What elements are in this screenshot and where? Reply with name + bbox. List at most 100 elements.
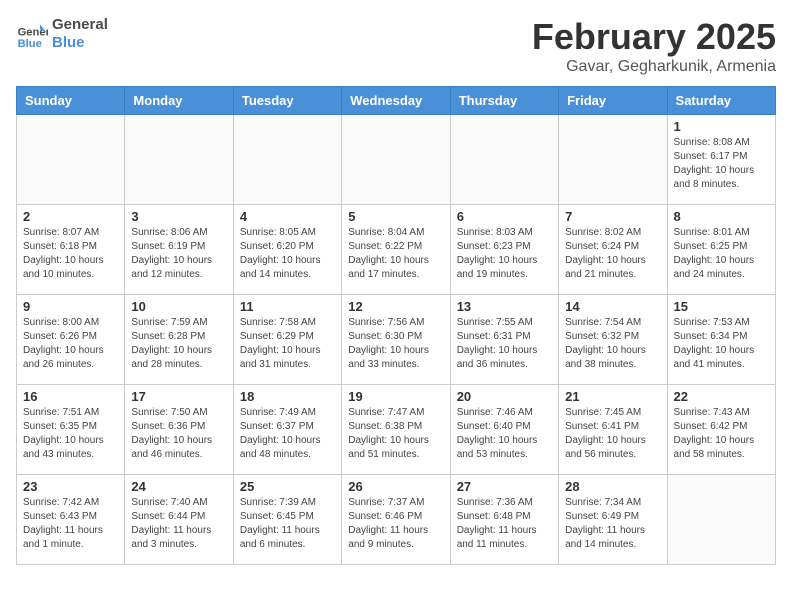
day-number: 19	[348, 389, 443, 404]
calendar-week-0: 1 Sunrise: 8:08 AM Sunset: 6:17 PM Daylig…	[17, 115, 776, 205]
day-number: 5	[348, 209, 443, 224]
calendar-cell	[233, 115, 341, 205]
calendar-cell	[450, 115, 558, 205]
calendar-week-1: 2 Sunrise: 8:07 AM Sunset: 6:18 PM Daylig…	[17, 205, 776, 295]
day-info: Sunrise: 7:36 AM Sunset: 6:48 PM Dayligh…	[457, 496, 552, 552]
day-number: 9	[23, 299, 118, 314]
day-info: Sunrise: 8:03 AM Sunset: 6:23 PM Dayligh…	[457, 226, 552, 282]
calendar-cell: 17 Sunrise: 7:50 AM Sunset: 6:36 PM Dayli…	[125, 385, 233, 475]
day-info: Sunrise: 8:08 AM Sunset: 6:17 PM Dayligh…	[674, 136, 769, 192]
day-number: 25	[240, 479, 335, 494]
day-info: Sunrise: 7:58 AM Sunset: 6:29 PM Dayligh…	[240, 316, 335, 372]
calendar-cell	[667, 475, 775, 565]
calendar-cell: 19Sunrise: 7:47 AM Sunset: 6:38 PM Dayli…	[342, 385, 450, 475]
day-number: 7	[565, 209, 660, 224]
calendar-cell	[17, 115, 125, 205]
calendar-cell: 20 Sunrise: 7:46 AM Sunset: 6:40 PM Dayli…	[450, 385, 558, 475]
calendar-cell	[559, 115, 667, 205]
header-sunday: Sunday	[17, 87, 125, 115]
day-info: Sunrise: 7:53 AM Sunset: 6:34 PM Dayligh…	[674, 316, 769, 372]
day-number: 21	[565, 389, 660, 404]
calendar-cell: 12 Sunrise: 7:56 AM Sunset: 6:30 PM Dayli…	[342, 295, 450, 385]
day-number: 2	[23, 209, 118, 224]
calendar-cell: 21 Sunrise: 7:45 AM Sunset: 6:41 PM Dayli…	[559, 385, 667, 475]
day-info: Sunrise: 7:50 AM Sunset: 6:36 PM Dayligh…	[131, 406, 226, 462]
day-info: Sunrise: 7:51 AM Sunset: 6:35 PM Dayligh…	[23, 406, 118, 462]
day-info: Sunrise: 8:06 AM Sunset: 6:19 PM Dayligh…	[131, 226, 226, 282]
logo-icon: General Blue	[16, 18, 48, 50]
day-number: 15	[674, 299, 769, 314]
calendar-cell: 4 Sunrise: 8:05 AM Sunset: 6:20 PM Daylig…	[233, 205, 341, 295]
day-info: Sunrise: 7:45 AM Sunset: 6:41 PM Dayligh…	[565, 406, 660, 462]
calendar-cell: 13Sunrise: 7:55 AM Sunset: 6:31 PM Dayli…	[450, 295, 558, 385]
day-info: Sunrise: 8:05 AM Sunset: 6:20 PM Dayligh…	[240, 226, 335, 282]
day-info: Sunrise: 8:07 AM Sunset: 6:18 PM Dayligh…	[23, 226, 118, 282]
calendar-cell: 22 Sunrise: 7:43 AM Sunset: 6:42 PM Dayli…	[667, 385, 775, 475]
calendar-cell: 8 Sunrise: 8:01 AM Sunset: 6:25 PM Daylig…	[667, 205, 775, 295]
calendar-cell: 5 Sunrise: 8:04 AM Sunset: 6:22 PM Daylig…	[342, 205, 450, 295]
day-info: Sunrise: 7:40 AM Sunset: 6:44 PM Dayligh…	[131, 496, 226, 552]
day-info: Sunrise: 7:34 AM Sunset: 6:49 PM Dayligh…	[565, 496, 660, 552]
calendar-table: Sunday Monday Tuesday Wednesday Thursday…	[16, 86, 776, 565]
day-info: Sunrise: 7:37 AM Sunset: 6:46 PM Dayligh…	[348, 496, 443, 552]
day-info: Sunrise: 7:42 AM Sunset: 6:43 PM Dayligh…	[23, 496, 118, 552]
weekday-header-row: Sunday Monday Tuesday Wednesday Thursday…	[17, 87, 776, 115]
main-container: General Blue General Blue February 2025 …	[0, 0, 792, 575]
calendar-cell: 14 Sunrise: 7:54 AM Sunset: 6:32 PM Dayli…	[559, 295, 667, 385]
calendar-week-2: 9 Sunrise: 8:00 AM Sunset: 6:26 PM Daylig…	[17, 295, 776, 385]
day-number: 3	[131, 209, 226, 224]
day-number: 28	[565, 479, 660, 494]
day-info: Sunrise: 8:01 AM Sunset: 6:25 PM Dayligh…	[674, 226, 769, 282]
calendar-cell: 2 Sunrise: 8:07 AM Sunset: 6:18 PM Daylig…	[17, 205, 125, 295]
day-number: 11	[240, 299, 335, 314]
day-info: Sunrise: 8:00 AM Sunset: 6:26 PM Dayligh…	[23, 316, 118, 372]
day-info: Sunrise: 7:55 AM Sunset: 6:31 PM Dayligh…	[457, 316, 552, 372]
calendar-week-4: 23 Sunrise: 7:42 AM Sunset: 6:43 PM Dayli…	[17, 475, 776, 565]
calendar-cell	[125, 115, 233, 205]
day-info: Sunrise: 8:02 AM Sunset: 6:24 PM Dayligh…	[565, 226, 660, 282]
day-number: 6	[457, 209, 552, 224]
month-title: February 2025	[532, 16, 776, 58]
header-wednesday: Wednesday	[342, 87, 450, 115]
calendar-cell: 28 Sunrise: 7:34 AM Sunset: 6:49 PM Dayli…	[559, 475, 667, 565]
day-number: 27	[457, 479, 552, 494]
day-number: 20	[457, 389, 552, 404]
calendar-cell: 25 Sunrise: 7:39 AM Sunset: 6:45 PM Dayli…	[233, 475, 341, 565]
calendar-cell: 18 Sunrise: 7:49 AM Sunset: 6:37 PM Dayli…	[233, 385, 341, 475]
day-info: Sunrise: 7:39 AM Sunset: 6:45 PM Dayligh…	[240, 496, 335, 552]
calendar-cell: 6 Sunrise: 8:03 AM Sunset: 6:23 PM Daylig…	[450, 205, 558, 295]
header-monday: Monday	[125, 87, 233, 115]
logo-general: General	[52, 16, 108, 34]
calendar-cell: 24Sunrise: 7:40 AM Sunset: 6:44 PM Dayli…	[125, 475, 233, 565]
day-info: Sunrise: 7:46 AM Sunset: 6:40 PM Dayligh…	[457, 406, 552, 462]
location: Gavar, Gegharkunik, Armenia	[532, 58, 776, 76]
svg-text:General: General	[18, 27, 48, 39]
day-info: Sunrise: 7:54 AM Sunset: 6:32 PM Dayligh…	[565, 316, 660, 372]
calendar-cell	[342, 115, 450, 205]
day-number: 16	[23, 389, 118, 404]
day-info: Sunrise: 7:43 AM Sunset: 6:42 PM Dayligh…	[674, 406, 769, 462]
calendar-cell: 1 Sunrise: 8:08 AM Sunset: 6:17 PM Daylig…	[667, 115, 775, 205]
title-block: February 2025 Gavar, Gegharkunik, Armeni…	[532, 16, 776, 76]
day-number: 14	[565, 299, 660, 314]
day-number: 8	[674, 209, 769, 224]
logo: General Blue General Blue	[16, 16, 108, 52]
day-number: 18	[240, 389, 335, 404]
logo-blue: Blue	[52, 34, 108, 52]
header-tuesday: Tuesday	[233, 87, 341, 115]
calendar-cell: 15 Sunrise: 7:53 AM Sunset: 6:34 PM Dayli…	[667, 295, 775, 385]
day-info: Sunrise: 8:04 AM Sunset: 6:22 PM Dayligh…	[348, 226, 443, 282]
day-number: 12	[348, 299, 443, 314]
day-info: Sunrise: 7:56 AM Sunset: 6:30 PM Dayligh…	[348, 316, 443, 372]
header: General Blue General Blue February 2025 …	[16, 16, 776, 76]
calendar-cell: 3 Sunrise: 8:06 AM Sunset: 6:19 PM Daylig…	[125, 205, 233, 295]
day-info: Sunrise: 7:49 AM Sunset: 6:37 PM Dayligh…	[240, 406, 335, 462]
day-number: 17	[131, 389, 226, 404]
day-number: 4	[240, 209, 335, 224]
day-number: 1	[674, 119, 769, 134]
calendar-cell: 26Sunrise: 7:37 AM Sunset: 6:46 PM Dayli…	[342, 475, 450, 565]
calendar-cell: 9 Sunrise: 8:00 AM Sunset: 6:26 PM Daylig…	[17, 295, 125, 385]
day-info: Sunrise: 7:59 AM Sunset: 6:28 PM Dayligh…	[131, 316, 226, 372]
day-number: 22	[674, 389, 769, 404]
day-number: 23	[23, 479, 118, 494]
